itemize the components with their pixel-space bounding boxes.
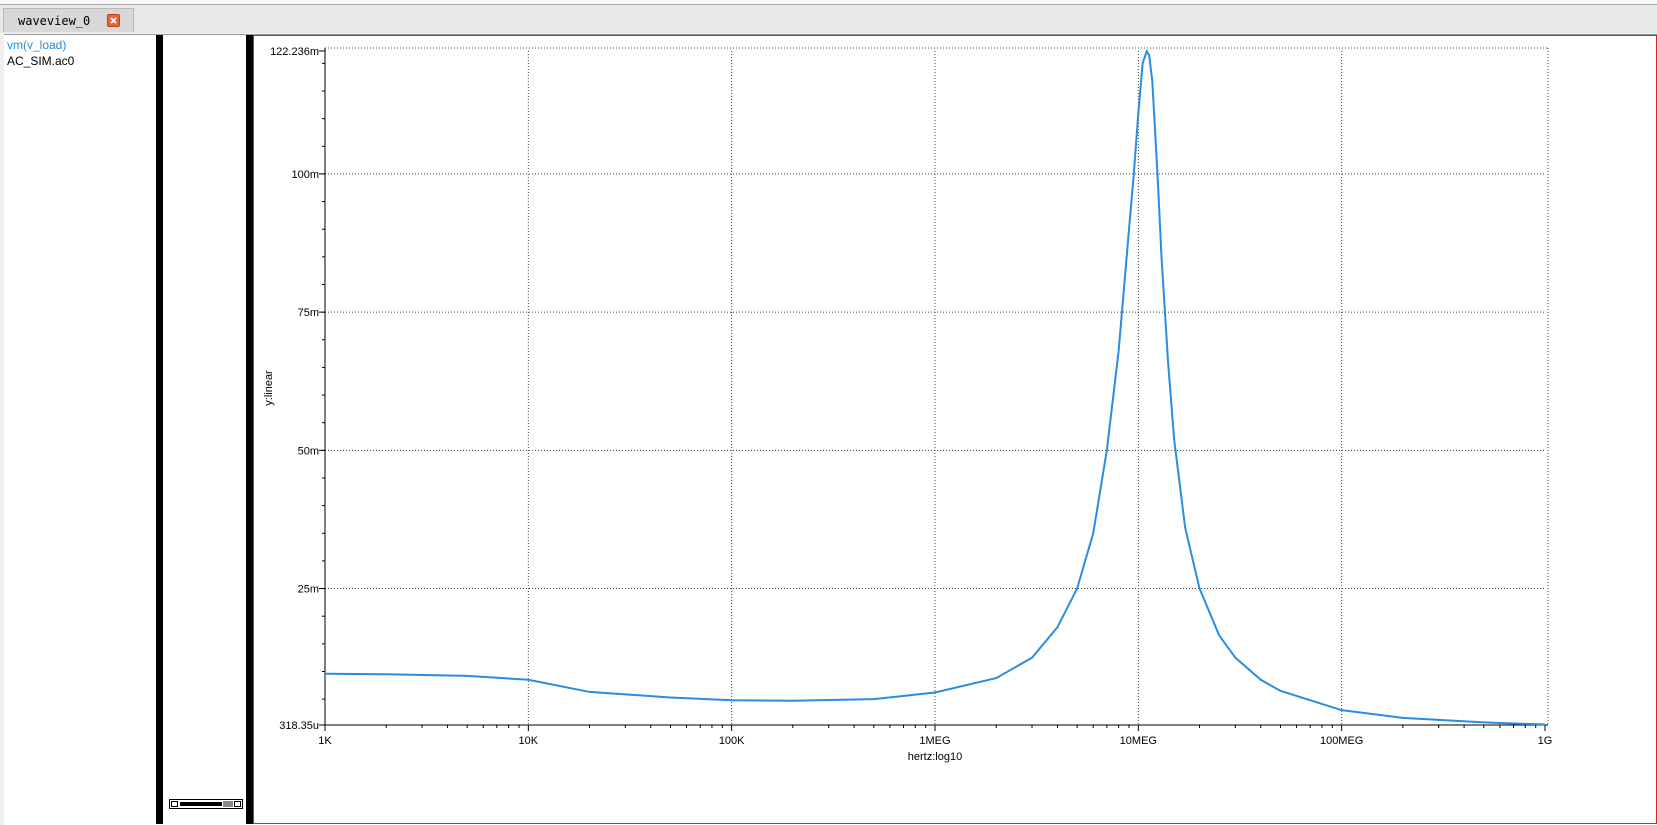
tab-bar: waveview_0 [0,5,1657,33]
scroll-thumb[interactable] [180,802,222,806]
signal-value-panel [163,35,246,824]
scroll-left-arrow-icon[interactable] [171,801,178,807]
close-icon[interactable] [107,14,120,27]
signal-name[interactable]: vm(v_load) [7,38,66,52]
plot-panel[interactable]: 1K 10K 100K 1MEG 10MEG 100MEG 1G 318.35u 25m 50m 7… [253,35,1657,824]
y-tick-label: 122.236m [270,46,319,58]
x-tick-label: 1K [318,735,332,747]
waveview-area: vm(v_load) AC_SIM.ac0 1K 10K 100K 1MEG 10MEG… [4,34,1657,825]
x-tick-label: 10K [519,735,539,747]
y-tick-label: 75m [298,307,319,319]
y-tick-label: 50m [298,445,319,457]
panel-splitter-left[interactable] [156,35,163,824]
y-tick-label: 25m [298,584,319,596]
waveform-chart[interactable]: 1K 10K 100K 1MEG 10MEG 100MEG 1G 318.35u 25m 50m 7… [254,36,1656,823]
x-axis-label: hertz:log10 [908,751,962,763]
x-tick-label: 1MEG [919,735,950,747]
y-tick-label: 100m [291,169,319,181]
y-axis-label: y:linear [263,370,275,406]
x-tick-label: 10MEG [1120,735,1157,747]
y-tick-label: 318.35u [279,720,319,732]
scroll-right-arrow-icon[interactable] [234,801,241,807]
tab-label: waveview_0 [18,14,91,28]
scroll-grip-icon[interactable] [223,801,233,807]
panel-splitter-right[interactable] [246,35,253,824]
tab-waveview[interactable]: waveview_0 [3,8,134,32]
x-tick-label: 1G [1538,735,1553,747]
x-tick-label: 100K [719,735,745,747]
signal-list-panel: vm(v_load) AC_SIM.ac0 [4,35,157,824]
x-tick-label: 100MEG [1320,735,1363,747]
horizontal-scrollbar[interactable] [169,799,243,809]
signal-source: AC_SIM.ac0 [7,54,75,68]
